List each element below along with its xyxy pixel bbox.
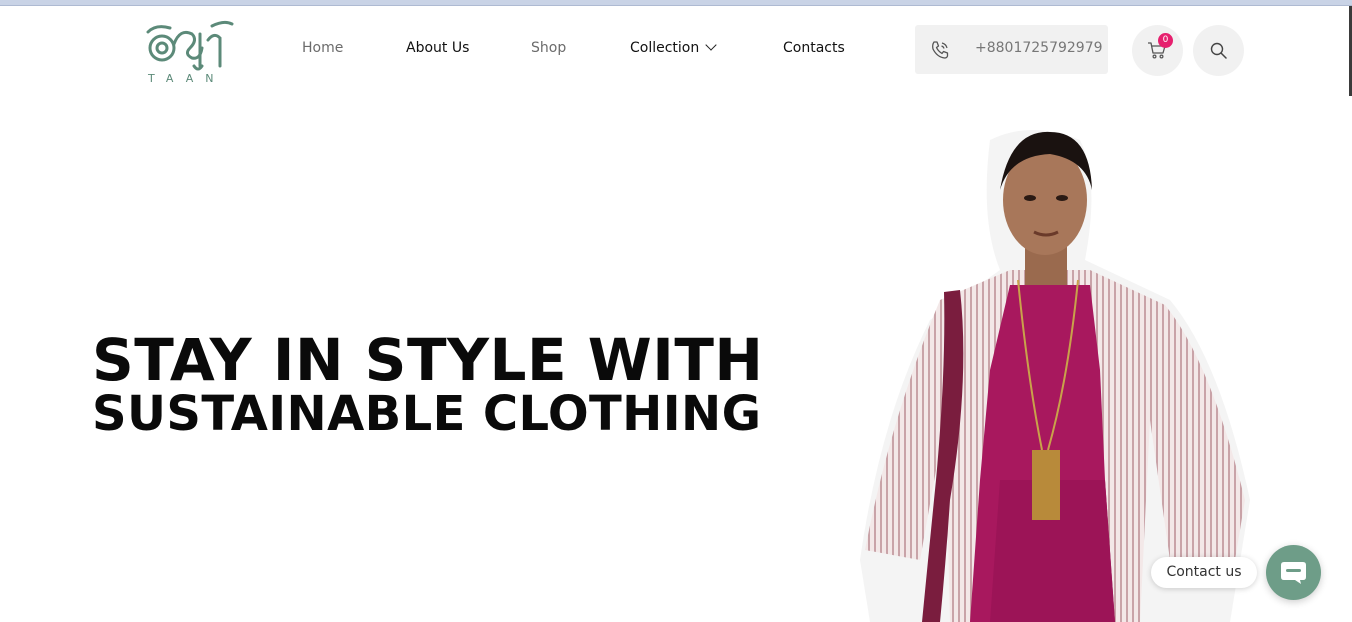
search-button[interactable] (1193, 25, 1244, 76)
phone-number: +8801725792979 (975, 40, 1103, 56)
phone-contact[interactable]: +8801725792979 (915, 25, 1108, 74)
nav-about-us[interactable]: About Us (406, 40, 469, 56)
hero-heading-line1: STAY IN STYLE WITH (92, 326, 764, 394)
page: TAAN Home About Us Shop Collection Conta… (0, 0, 1352, 622)
nav-home[interactable]: Home (302, 40, 343, 56)
contact-us-button[interactable] (1266, 545, 1321, 600)
nav-collection-label: Collection (630, 40, 700, 56)
hero-heading-line2: SUSTAINABLE CLOTHING (92, 386, 762, 442)
phone-icon (932, 41, 949, 59)
nav-shop[interactable]: Shop (531, 40, 566, 56)
cart-button[interactable]: 0 (1132, 25, 1183, 76)
chat-icon (1281, 562, 1306, 584)
contact-us-label[interactable]: Contact us (1151, 557, 1257, 588)
nav-contacts[interactable]: Contacts (783, 40, 845, 56)
hero-model-image (860, 130, 1250, 622)
cart-count-badge: 0 (1158, 33, 1173, 48)
browser-top-edge (0, 0, 1352, 6)
search-icon (1210, 42, 1227, 59)
logo-wordmark: TAAN (148, 72, 226, 85)
nav-collection[interactable]: Collection (630, 39, 717, 56)
chevron-down-icon (705, 39, 717, 51)
